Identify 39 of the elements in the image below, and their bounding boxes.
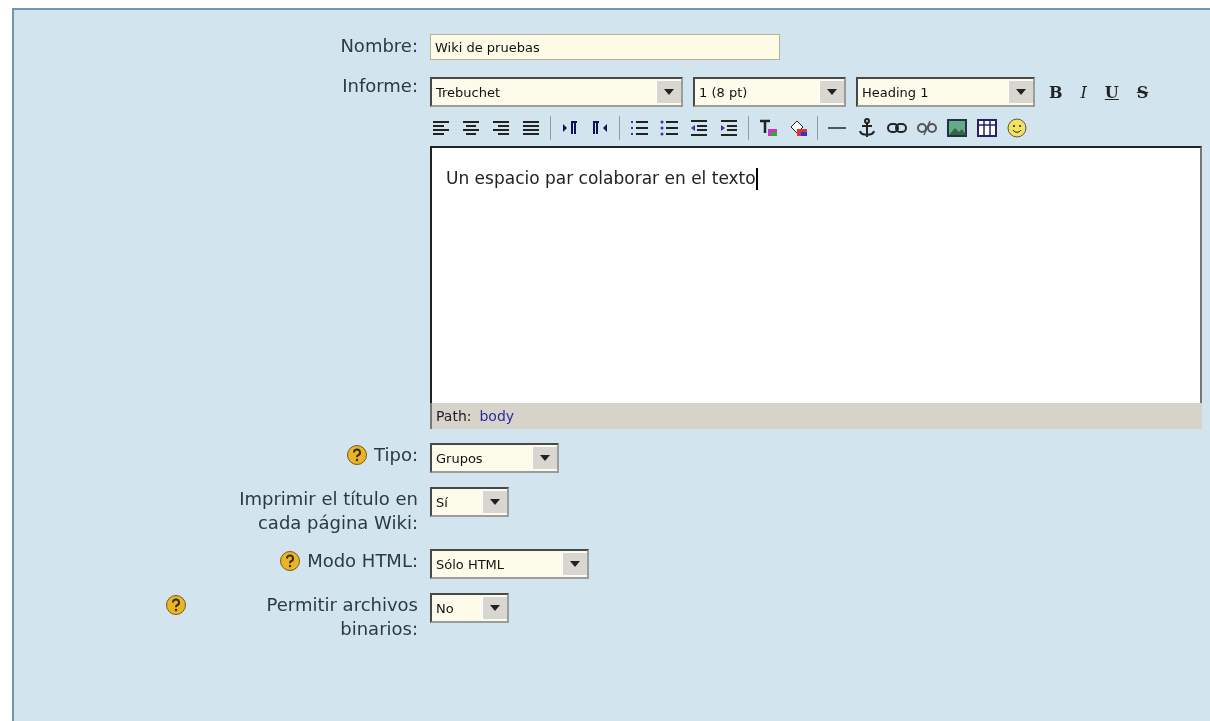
anchor-icon[interactable] xyxy=(856,117,878,139)
dropdown-arrow-icon xyxy=(1016,89,1026,95)
size-dropdown[interactable]: 1 (8 pt) xyxy=(693,77,846,107)
smiley-icon[interactable] xyxy=(1006,117,1028,139)
dropdown-arrow-icon xyxy=(490,499,500,505)
field-label: Informe: xyxy=(342,74,418,98)
name-field[interactable]: Wiki de pruebas xyxy=(430,34,780,60)
text-color-icon[interactable] xyxy=(757,117,779,139)
table-icon[interactable] xyxy=(976,117,998,139)
help-icon[interactable] xyxy=(279,550,302,572)
format-button[interactable]: I xyxy=(1076,82,1091,102)
help-icon[interactable] xyxy=(346,444,369,466)
dropdown[interactable]: No xyxy=(430,593,509,623)
dropdown[interactable]: Sólo HTML xyxy=(430,549,589,579)
field-label: Modo HTML: xyxy=(307,549,418,573)
field-label: Imprimir el título en cada página Wiki: xyxy=(238,487,418,535)
indent-icon[interactable] xyxy=(718,117,740,139)
dropdown-arrow-icon xyxy=(540,455,550,461)
format-dropdown[interactable]: Heading 1 xyxy=(856,77,1035,107)
field-label: Tipo: xyxy=(374,443,418,467)
format-button[interactable]: S xyxy=(1132,82,1153,102)
text-cursor xyxy=(755,168,758,190)
image-icon[interactable] xyxy=(946,117,968,139)
help-icon[interactable] xyxy=(165,594,187,616)
format-button[interactable]: B xyxy=(1045,82,1067,102)
path-link[interactable]: body xyxy=(479,408,515,424)
outdent-icon[interactable] xyxy=(688,117,710,139)
dropdown-arrow-icon xyxy=(664,89,674,95)
dropdown[interactable]: Grupos xyxy=(430,443,559,473)
dropdown-arrow-icon xyxy=(490,605,500,611)
dropdown[interactable]: Sí xyxy=(430,487,509,517)
text-editor[interactable]: Un espacio par colaborar en el texto xyxy=(430,146,1202,403)
field-label: Nombre: xyxy=(340,34,418,58)
path-label: Path: xyxy=(436,408,472,424)
dropdown-arrow-icon xyxy=(827,89,837,95)
format-button[interactable]: U xyxy=(1100,82,1123,102)
font-dropdown[interactable]: Trebuchet xyxy=(430,77,683,107)
dropdown-arrow-icon xyxy=(570,561,580,567)
field-label: Permitir archivos binarios: xyxy=(265,593,418,641)
